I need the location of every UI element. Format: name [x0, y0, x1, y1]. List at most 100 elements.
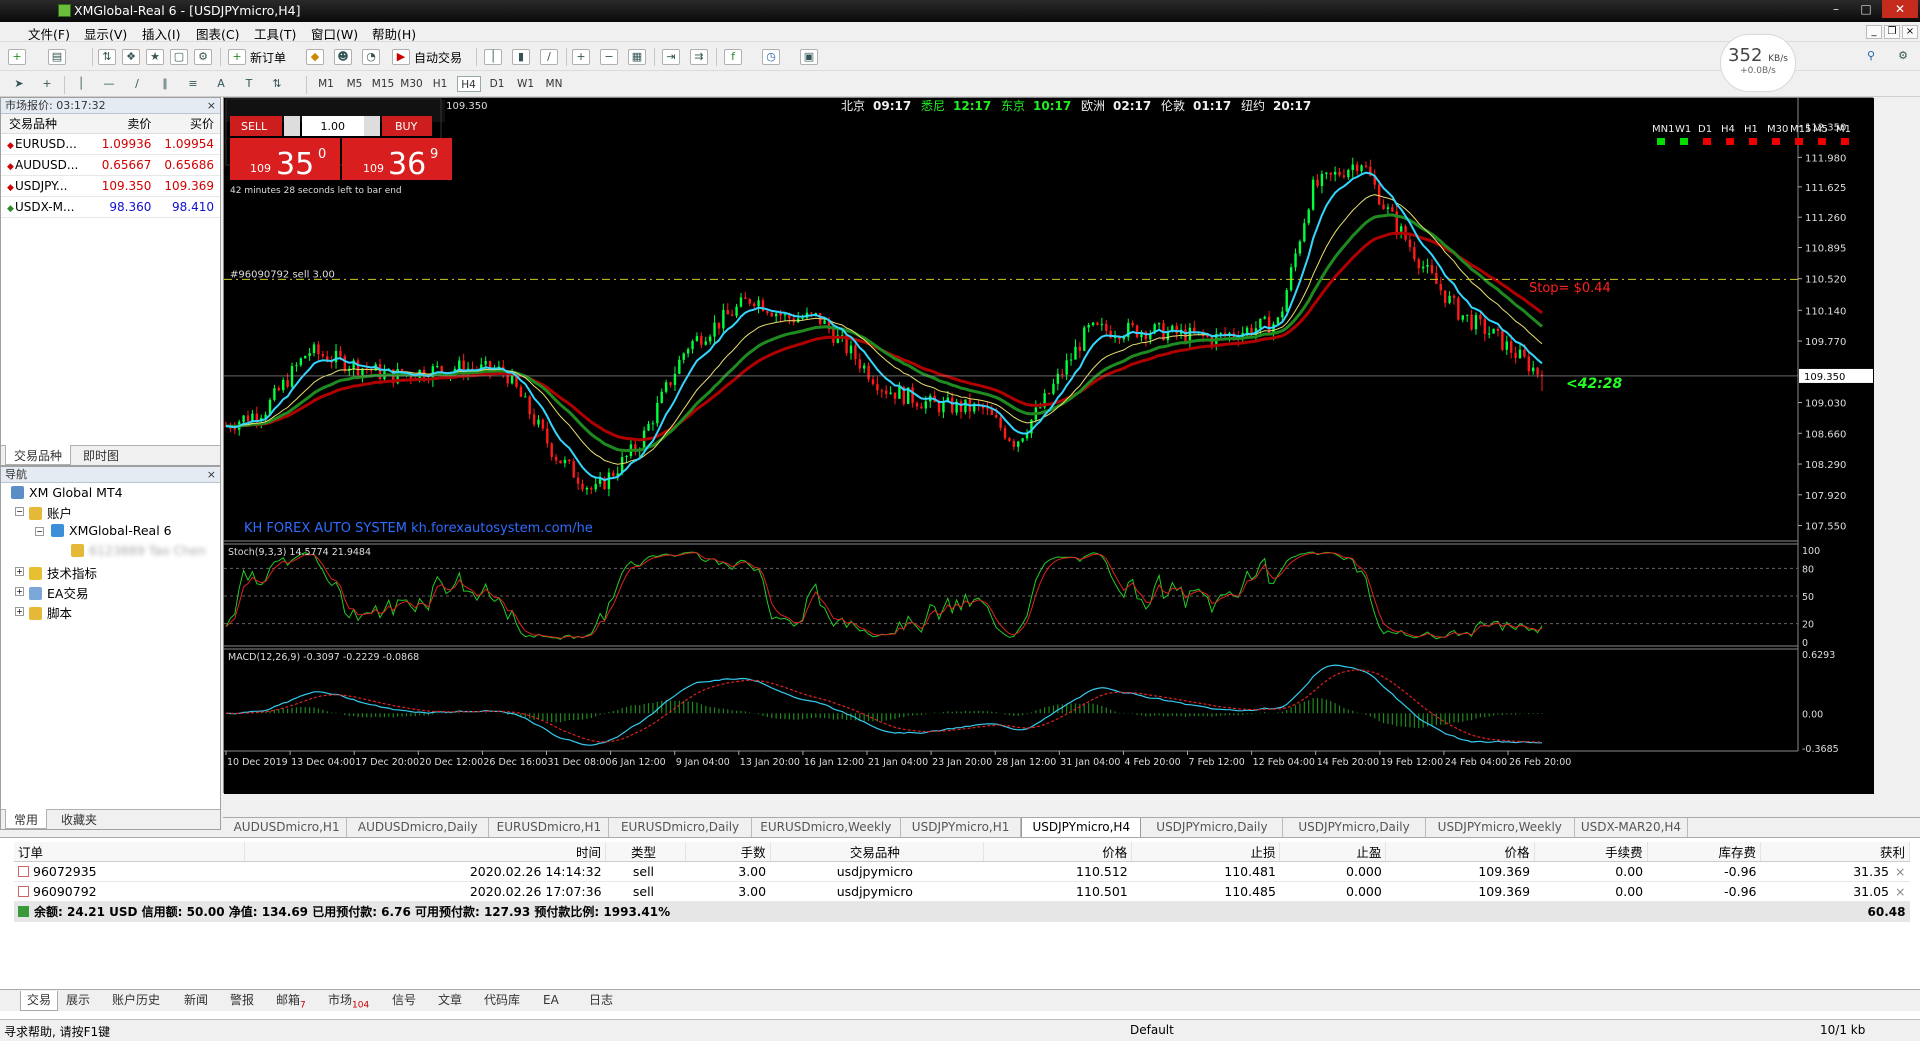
periods-icon[interactable]: ◷ [762, 49, 780, 65]
terminal-col-header[interactable]: 交易品种 [770, 842, 985, 862]
nav-account-server[interactable]: XMGlobal-Real 6 [51, 523, 172, 538]
chart-tab[interactable]: EURUSDmicro,Weekly [752, 818, 901, 838]
tab-common[interactable]: 常用 [5, 809, 48, 829]
terminal-tab[interactable]: 代码库 [484, 991, 520, 1011]
col-symbol[interactable]: 交易品种 [1, 114, 95, 134]
timeframe-mn[interactable]: MN [542, 76, 566, 92]
expand-toggle[interactable]: − [35, 527, 44, 536]
text-icon[interactable]: A [212, 77, 230, 93]
chart-tab[interactable]: EURUSDmicro,H1 [489, 818, 610, 838]
terminal-tab[interactable]: 信号 [392, 991, 416, 1011]
metaeditor-icon[interactable]: ◆ [306, 49, 324, 65]
label-icon[interactable]: T [240, 77, 258, 93]
new-order-button[interactable]: 新订单 [250, 49, 286, 66]
terminal-tab[interactable]: 日志 [589, 991, 613, 1011]
chart-tab[interactable]: USDJPYmicro,Daily [1141, 818, 1284, 838]
terminal-col-header[interactable]: 价格 [1385, 842, 1535, 862]
terminal-tab[interactable]: 邮箱7 [276, 991, 306, 1011]
new-order-icon[interactable]: + [228, 49, 246, 65]
terminal-col-header[interactable]: 库存费 [1647, 842, 1762, 862]
line-chart-icon[interactable]: ∕ [540, 49, 558, 65]
timeframe-h4[interactable]: H4 [456, 76, 481, 92]
chart-tab[interactable]: EURUSDmicro,Daily [610, 818, 752, 838]
timeframe-d1[interactable]: D1 [485, 76, 509, 92]
timeframe-h1[interactable]: H1 [428, 76, 452, 92]
close-icon[interactable]: × [207, 467, 216, 483]
fibonacci-icon[interactable]: ≡ [184, 77, 202, 93]
lot-increase-button[interactable] [364, 116, 380, 136]
col-ask[interactable]: 买价 [157, 114, 220, 134]
terminal-col-header[interactable]: 订单 [14, 842, 245, 862]
nav-root[interactable]: XM Global MT4 [11, 485, 123, 500]
terminal-col-header[interactable]: 手续费 [1534, 842, 1648, 862]
price-chart[interactable]: #96090792 sell 3.00 109.350 Stop= $0.44 <42… [224, 98, 1874, 794]
terminal-tab[interactable]: 文章 [438, 991, 462, 1011]
auto-trade-icon[interactable]: ▶ [392, 49, 410, 65]
terminal-tab[interactable]: 新闻 [184, 991, 208, 1011]
terminal-col-header[interactable]: 类型 [605, 842, 686, 862]
close-order-icon[interactable]: × [1895, 884, 1905, 899]
order-row[interactable]: 96090792 2020.02.26 17:07:36 sell 3.00 usdjp… [14, 881, 1910, 902]
zoom-out-icon[interactable]: − [600, 49, 618, 65]
lot-decrease-button[interactable] [284, 116, 300, 136]
mdi-minimize-button[interactable]: _ [1866, 25, 1882, 39]
terminal-col-header[interactable]: 止损 [1131, 842, 1281, 862]
expand-toggle[interactable]: + [15, 607, 24, 616]
terminal-col-header[interactable]: 手数 [685, 842, 771, 862]
vertical-line-icon[interactable]: │ [72, 77, 90, 93]
terminal-col-header[interactable]: 价格 [983, 842, 1133, 862]
nav-experts[interactable]: EA交易 [29, 583, 88, 602]
mdi-restore-button[interactable]: ❐ [1884, 25, 1900, 39]
profiles-icon[interactable]: ▤ [48, 49, 66, 65]
menu-file[interactable]: 文件(F) [28, 24, 70, 43]
nav-indicators[interactable]: 技术指标 [29, 563, 97, 582]
timeframe-m30[interactable]: M30 [400, 76, 424, 92]
navigator-icon[interactable]: ★ [146, 49, 164, 65]
menu-charts[interactable]: 图表(C) [196, 24, 239, 43]
new-chart-icon[interactable]: + [8, 49, 26, 65]
chart-tab[interactable]: USDJPYmicro,H4 [1021, 818, 1142, 838]
chart-tab[interactable]: USDJPYmicro,H1 [901, 818, 1022, 838]
horizontal-line-icon[interactable]: — [100, 77, 118, 93]
candlestick-icon[interactable]: ▮ [512, 49, 530, 65]
terminal-tab[interactable]: 市场104 [328, 991, 369, 1011]
close-button[interactable]: ✕ [1882, 0, 1918, 18]
terminal-col-header[interactable]: 时间 [244, 842, 607, 862]
chart-tab[interactable]: AUDUSDmicro,H1 [227, 818, 348, 838]
arrows-icon[interactable]: ⇅ [268, 77, 286, 93]
nav-account-login[interactable]: 6123889 Tao Chen [71, 543, 206, 558]
menu-view[interactable]: 显示(V) [84, 24, 127, 43]
col-bid[interactable]: 卖价 [94, 114, 158, 134]
market-watch-row[interactable]: ◆AUDUSD... 0.65667 0.65686 [1, 154, 220, 176]
tab-tick-chart[interactable]: 即时图 [75, 445, 127, 465]
indicators-icon[interactable]: f [724, 49, 742, 65]
menu-help[interactable]: 帮助(H) [372, 24, 416, 43]
close-icon[interactable]: × [207, 98, 216, 114]
market-watch-row[interactable]: ◆EURUSD... 1.09936 1.09954 [1, 133, 220, 155]
timeframe-w1[interactable]: W1 [514, 76, 538, 92]
chart-shift-icon[interactable]: ⇥ [662, 49, 680, 65]
tester-icon[interactable]: ⚙ [194, 49, 212, 65]
crosshair-icon[interactable]: + [38, 77, 56, 93]
timeframe-m5[interactable]: M5 [343, 76, 367, 92]
menu-tools[interactable]: 工具(T) [254, 24, 296, 43]
chart-tab[interactable]: USDJPYmicro,Daily [1284, 818, 1426, 838]
menu-window[interactable]: 窗口(W) [311, 24, 358, 43]
close-order-icon[interactable]: × [1895, 864, 1905, 879]
chart-tab[interactable]: USDJPYmicro,Weekly [1426, 818, 1575, 838]
order-row[interactable]: 96072935 2020.02.26 14:14:32 sell 3.00 usdjp… [14, 861, 1910, 882]
tile-windows-icon[interactable]: ▦ [628, 49, 646, 65]
timeframe-m15[interactable]: M15 [371, 76, 395, 92]
chart-tab[interactable]: USDX-MAR20,H4 [1575, 818, 1688, 838]
terminal-tab[interactable]: 警报 [230, 991, 254, 1011]
market-watch-row[interactable]: ◆USDJPY... 109.350 109.369 [1, 175, 220, 197]
channel-icon[interactable]: ∥ [156, 77, 174, 93]
bar-chart-icon[interactable]: │ [484, 49, 502, 65]
nav-accounts[interactable]: 账户 [29, 503, 72, 522]
tab-favorites[interactable]: 收藏夹 [53, 809, 105, 829]
settings-icon[interactable]: ⚙ [1894, 49, 1912, 65]
terminal-tab[interactable]: 账户历史 [112, 991, 160, 1011]
terminal-tab[interactable]: 交易 [20, 991, 59, 1011]
auto-trade-button[interactable]: 自动交易 [414, 49, 462, 66]
market-watch-icon[interactable]: ⇅ [98, 49, 116, 65]
